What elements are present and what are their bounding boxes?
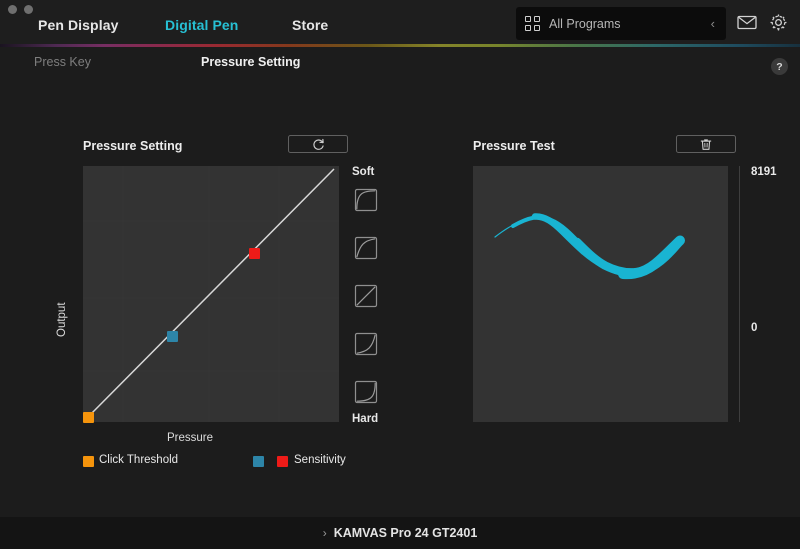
window-controls: [8, 5, 33, 14]
preset-soft-label: Soft: [352, 166, 375, 178]
legend-swatch-click-threshold: [83, 456, 94, 467]
x-axis-label: Pressure: [166, 432, 214, 444]
app-window: Pen Display Digital Pen Store All Progra…: [0, 0, 800, 549]
chevron-left-icon: ‹: [710, 16, 715, 31]
legend-label-click-threshold: Click Threshold: [99, 454, 179, 466]
chevron-right-icon: ›: [322, 526, 327, 540]
mail-icon[interactable]: [737, 14, 757, 30]
pressure-test-stroke: [494, 213, 685, 280]
click-threshold-handle[interactable]: [83, 412, 94, 423]
help-icon[interactable]: ?: [771, 58, 788, 75]
minimize-button[interactable]: [24, 5, 33, 14]
preset-linear-button[interactable]: [354, 284, 378, 308]
connected-device-name: KAMVAS Pro 24 GT2401: [333, 526, 478, 540]
legend-swatch-sensitivity-high: [277, 456, 288, 467]
program-selector[interactable]: All Programs ‹: [516, 7, 726, 40]
legend-swatch-sensitivity-low: [253, 456, 264, 467]
tab-pressure-setting[interactable]: Pressure Setting: [201, 55, 300, 69]
pressure-scale-min: 0: [751, 322, 758, 334]
sensitivity-high-handle[interactable]: [249, 248, 260, 259]
gear-icon[interactable]: [769, 13, 788, 32]
preset-soft-1-button[interactable]: [354, 188, 378, 212]
sub-navigation: Press Key Pressure Setting: [0, 47, 800, 82]
trash-icon: [700, 138, 712, 150]
reset-curve-button[interactable]: [288, 135, 348, 153]
pressure-test-title: Pressure Test: [473, 139, 555, 153]
tab-press-key[interactable]: Press Key: [34, 55, 91, 69]
clear-test-button[interactable]: [676, 135, 736, 153]
pressure-scale-bar: [739, 166, 740, 422]
nav-item-digital-pen[interactable]: Digital Pen: [155, 17, 248, 33]
y-axis-label: Output: [56, 302, 68, 337]
preset-hard-1-button[interactable]: [354, 380, 378, 404]
preset-soft-2-button[interactable]: [354, 236, 378, 260]
curve-legend: Click Threshold Sensitivity: [83, 454, 363, 470]
curve-presets: Soft Hard: [352, 166, 386, 425]
sensitivity-low-handle[interactable]: [167, 331, 178, 342]
pressure-curve-graph[interactable]: [83, 166, 339, 423]
nav-item-pen-display[interactable]: Pen Display: [28, 17, 128, 33]
status-bar[interactable]: › KAMVAS Pro 24 GT2401: [0, 517, 800, 549]
preset-hard-label: Hard: [352, 413, 379, 425]
pressure-scale-max: 8191: [751, 166, 777, 178]
close-button[interactable]: [8, 5, 17, 14]
title-bar: Pen Display Digital Pen Store All Progra…: [0, 0, 800, 44]
pressure-test-canvas[interactable]: [473, 166, 728, 422]
nav-item-store[interactable]: Store: [282, 17, 338, 33]
legend-label-sensitivity: Sensitivity: [294, 454, 346, 466]
curve-line: [83, 166, 339, 422]
pressure-setting-title: Pressure Setting: [83, 139, 183, 153]
refresh-icon: [312, 138, 324, 150]
program-selector-label: All Programs: [549, 16, 621, 31]
grid-icon: [525, 16, 540, 31]
main-content: Pressure Setting Output Pressure Soft Ha…: [0, 82, 800, 517]
preset-hard-2-button[interactable]: [354, 332, 378, 356]
